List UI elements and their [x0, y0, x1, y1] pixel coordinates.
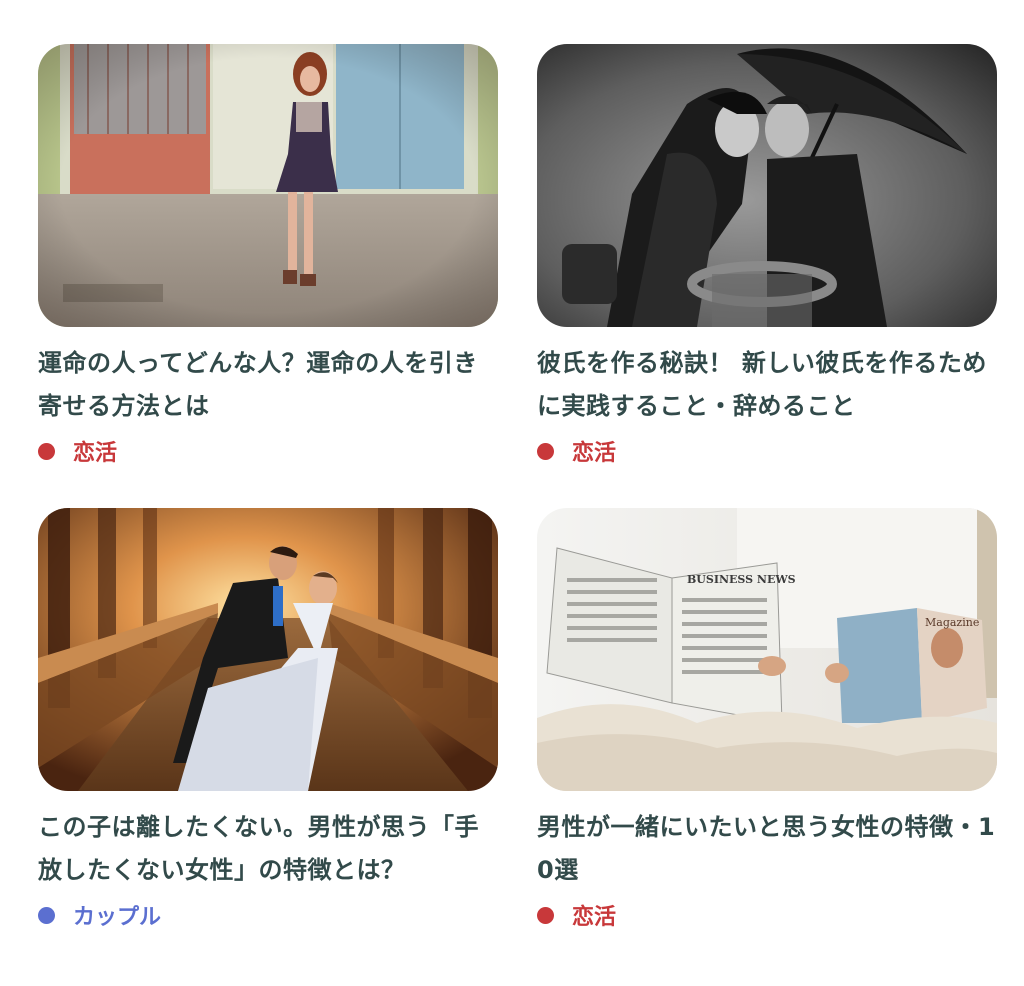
article-card[interactable]: 彼氏を作る秘訣！ 新しい彼氏を作るために実践すること・辞めること 恋活: [537, 44, 997, 468]
article-thumbnail[interactable]: [38, 44, 498, 327]
category-dot-icon: [38, 442, 55, 460]
bride-and-groom-on-bridge-photo: [38, 508, 498, 791]
article-title[interactable]: この子は離したくない。男性が思う「手放したくない女性」の特徴とは？: [38, 806, 498, 892]
category-label[interactable]: 恋活: [572, 899, 616, 931]
article-thumbnail[interactable]: [537, 44, 997, 327]
article-category[interactable]: 恋活: [537, 434, 997, 468]
article-category[interactable]: 恋活: [38, 434, 498, 468]
category-dot-icon: [537, 906, 554, 924]
newspaper-masthead: BUSINESS NEWS: [687, 573, 796, 586]
woman-by-colored-doors-photo: [38, 44, 498, 327]
article-thumbnail[interactable]: BUSINESS NEWS Magazine: [537, 508, 997, 791]
category-label[interactable]: 恋活: [73, 435, 117, 467]
article-thumbnail[interactable]: [38, 508, 498, 791]
couple-reading-newspaper-in-bed-photo: BUSINESS NEWS Magazine: [537, 508, 997, 791]
article-card[interactable]: この子は離したくない。男性が思う「手放したくない女性」の特徴とは？ カップル: [38, 508, 498, 932]
article-category[interactable]: カップル: [38, 898, 498, 932]
article-title[interactable]: 彼氏を作る秘訣！ 新しい彼氏を作るために実践すること・辞めること: [537, 342, 997, 428]
article-grid: 運命の人ってどんな人？運命の人を引き寄せる方法とは 恋活 彼氏を作る秘訣！ 新し…: [38, 44, 998, 932]
couple-kissing-under-umbrella-photo: [537, 44, 997, 327]
article-category[interactable]: 恋活: [537, 898, 997, 932]
category-label[interactable]: カップル: [73, 899, 161, 931]
magazine-masthead: Magazine: [925, 616, 979, 629]
article-title[interactable]: 運命の人ってどんな人？運命の人を引き寄せる方法とは: [38, 342, 498, 428]
article-card[interactable]: 運命の人ってどんな人？運命の人を引き寄せる方法とは 恋活: [38, 44, 498, 468]
article-card[interactable]: BUSINESS NEWS Magazine 男性が一緒にいたいと思う女性の特徴…: [537, 508, 997, 932]
category-dot-icon: [38, 906, 55, 924]
category-dot-icon: [537, 442, 554, 460]
category-label[interactable]: 恋活: [572, 435, 616, 467]
article-title[interactable]: 男性が一緒にいたいと思う女性の特徴・10選: [537, 806, 997, 892]
